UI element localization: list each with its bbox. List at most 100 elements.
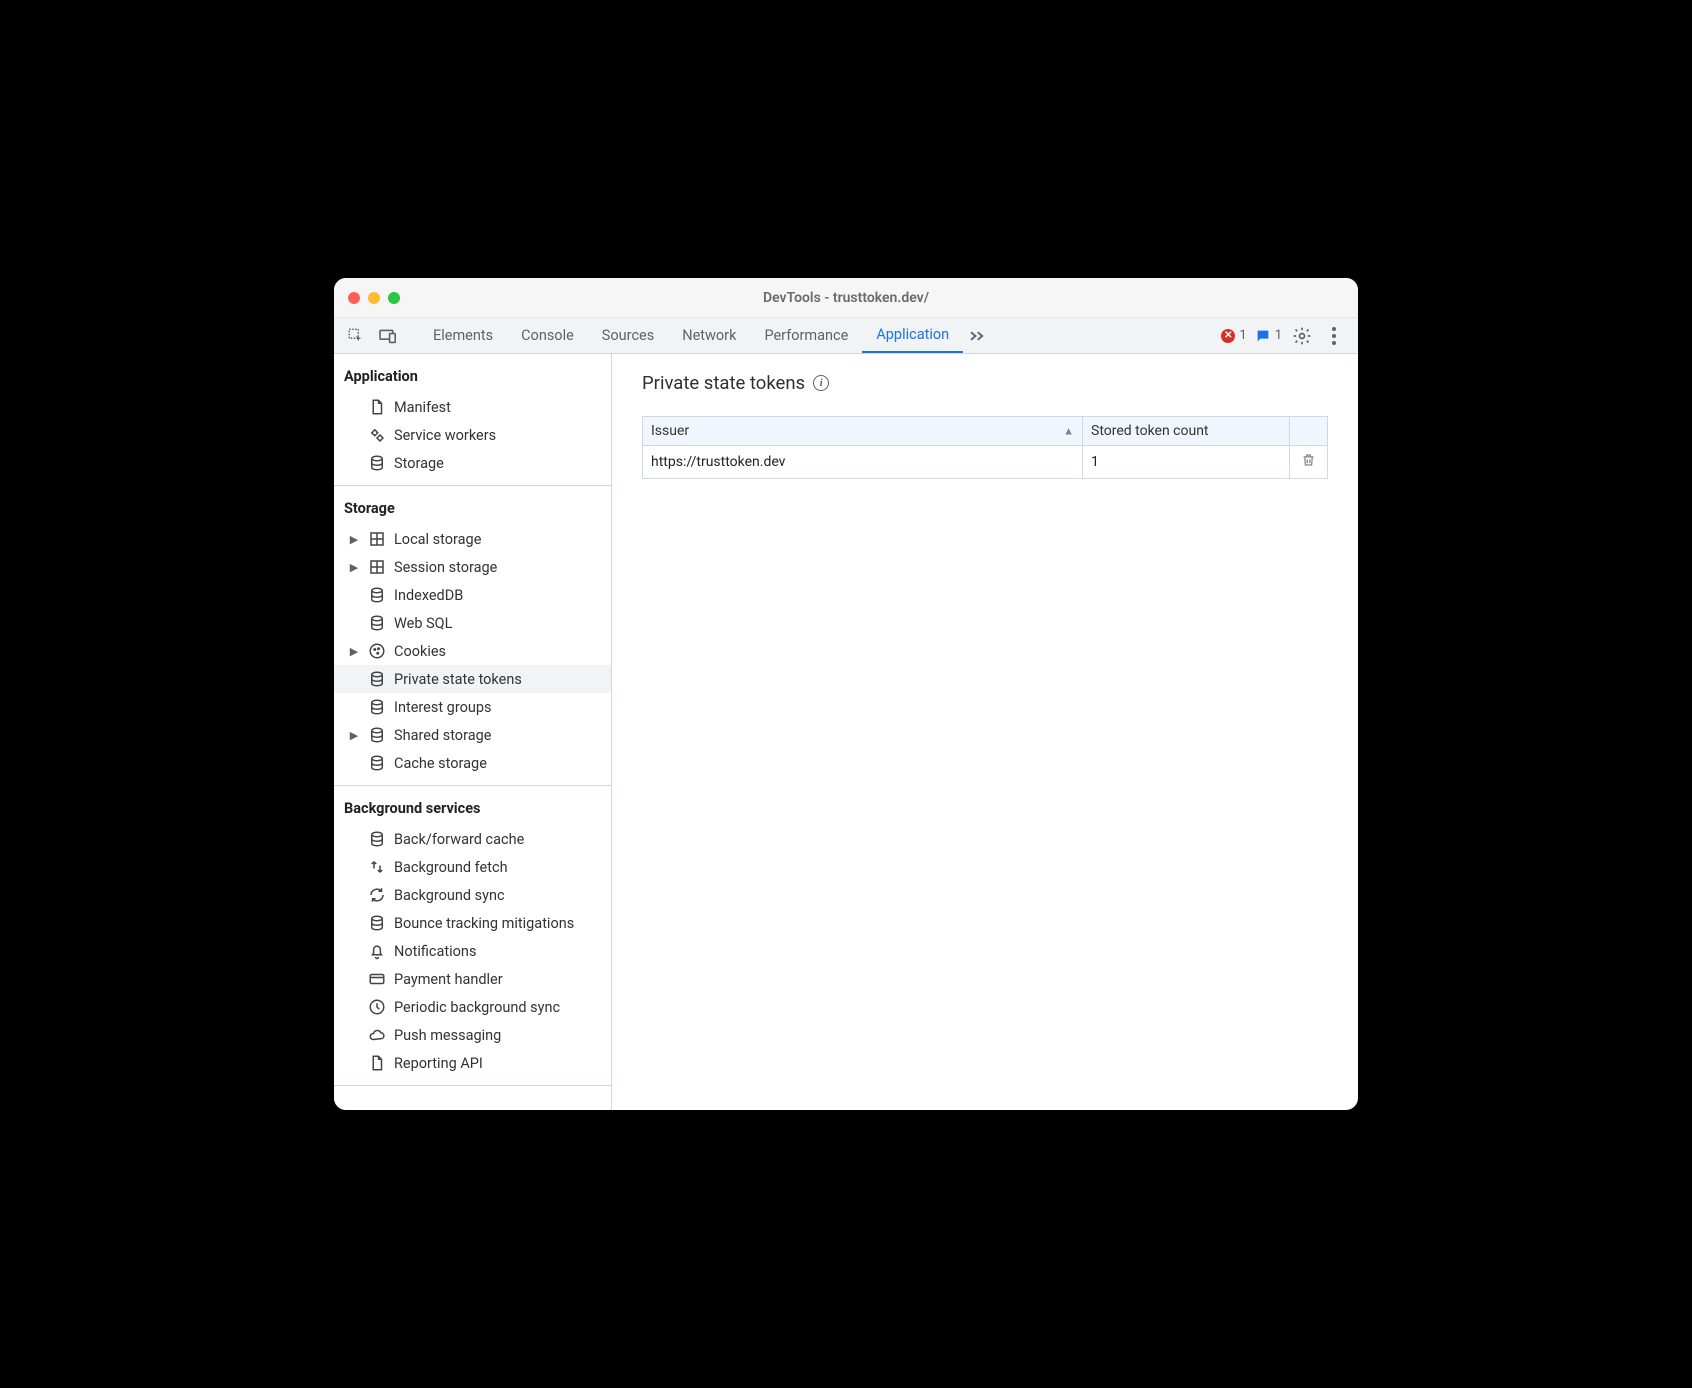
storage-icon bbox=[368, 754, 386, 772]
device-toolbar-icon[interactable] bbox=[374, 328, 402, 344]
sidebar-item-session-storage[interactable]: ▶ Session storage bbox=[334, 553, 611, 581]
column-header-count[interactable]: Stored token count bbox=[1083, 417, 1290, 446]
expand-caret-icon[interactable]: ▶ bbox=[348, 561, 360, 574]
storage-icon bbox=[368, 726, 386, 744]
sidebar-item-label: Cookies bbox=[394, 643, 446, 660]
storage-icon bbox=[368, 454, 386, 472]
delete-icon[interactable] bbox=[1301, 452, 1316, 468]
section-title: Background services bbox=[334, 786, 611, 825]
cell-issuer: https://trusttoken.dev bbox=[643, 446, 1083, 479]
card-icon bbox=[368, 970, 386, 988]
main-content: Private state tokens i Issuer ▲ Stored t… bbox=[612, 354, 1358, 1110]
updown-icon bbox=[368, 858, 386, 876]
sidebar-item-periodic-background-sync[interactable]: Periodic background sync bbox=[334, 993, 611, 1021]
storage-icon bbox=[368, 914, 386, 932]
settings-icon[interactable] bbox=[1290, 326, 1314, 346]
sidebar-item-label: Interest groups bbox=[394, 699, 491, 716]
sidebar-item-label: Periodic background sync bbox=[394, 999, 560, 1016]
expand-caret-icon[interactable]: ▶ bbox=[348, 729, 360, 742]
file-icon bbox=[368, 1054, 386, 1072]
sidebar-item-shared-storage[interactable]: ▶ Shared storage bbox=[334, 721, 611, 749]
section-title: Storage bbox=[334, 486, 611, 525]
devtools-window: DevTools - trusttoken.dev/ ElementsConso… bbox=[334, 278, 1358, 1110]
tab-application[interactable]: Application bbox=[862, 318, 963, 353]
sidebar-item-label: Notifications bbox=[394, 943, 476, 960]
message-count: 1 bbox=[1275, 328, 1282, 343]
more-menu-icon[interactable] bbox=[1322, 327, 1346, 345]
sidebar-item-bounce-tracking-mitigations[interactable]: Bounce tracking mitigations bbox=[334, 909, 611, 937]
cell-count: 1 bbox=[1083, 446, 1290, 479]
storage-icon bbox=[368, 830, 386, 848]
sidebar-item-cache-storage[interactable]: Cache storage bbox=[334, 749, 611, 777]
sidebar: ApplicationManifestService workers Storag… bbox=[334, 354, 612, 1110]
cell-actions bbox=[1290, 446, 1328, 479]
file-icon bbox=[368, 398, 386, 416]
table-row[interactable]: https://trusttoken.dev1 bbox=[643, 446, 1328, 479]
sidebar-item-label: IndexedDB bbox=[394, 587, 463, 604]
sidebar-item-web-sql[interactable]: Web SQL bbox=[334, 609, 611, 637]
tab-sources[interactable]: Sources bbox=[588, 318, 668, 353]
storage-icon bbox=[368, 586, 386, 604]
inspect-icon[interactable] bbox=[342, 327, 370, 345]
sidebar-item-label: Push messaging bbox=[394, 1027, 501, 1044]
error-count: 1 bbox=[1239, 328, 1246, 343]
sidebar-item-interest-groups[interactable]: Interest groups bbox=[334, 693, 611, 721]
tab-network[interactable]: Network bbox=[668, 318, 750, 353]
sidebar-item-reporting-api[interactable]: Reporting API bbox=[334, 1049, 611, 1077]
heading-text: Private state tokens bbox=[642, 372, 805, 394]
clock-icon bbox=[368, 998, 386, 1016]
sidebar-item-back-forward-cache[interactable]: Back/forward cache bbox=[334, 825, 611, 853]
sidebar-item-label: Storage bbox=[394, 455, 444, 472]
maximize-window-button[interactable] bbox=[388, 292, 400, 304]
sidebar-item-label: Shared storage bbox=[394, 727, 491, 744]
grid-icon bbox=[368, 530, 386, 548]
tabstrip: ElementsConsoleSourcesNetworkPerformance… bbox=[334, 318, 1358, 354]
sidebar-item-label: Bounce tracking mitigations bbox=[394, 915, 574, 932]
sidebar-item-private-state-tokens[interactable]: Private state tokens bbox=[334, 665, 611, 693]
sidebar-item-label: Reporting API bbox=[394, 1055, 483, 1072]
storage-icon bbox=[368, 698, 386, 716]
info-icon[interactable]: i bbox=[813, 375, 829, 391]
sidebar-item-label: Payment handler bbox=[394, 971, 503, 988]
sidebar-item-label: Cache storage bbox=[394, 755, 487, 772]
storage-icon bbox=[368, 670, 386, 688]
sidebar-item-payment-handler[interactable]: Payment handler bbox=[334, 965, 611, 993]
expand-caret-icon[interactable]: ▶ bbox=[348, 645, 360, 658]
sidebar-item-label: Private state tokens bbox=[394, 671, 522, 688]
sidebar-item-background-fetch[interactable]: Background fetch bbox=[334, 853, 611, 881]
sync-icon bbox=[368, 886, 386, 904]
column-header-issuer[interactable]: Issuer ▲ bbox=[643, 417, 1083, 446]
sidebar-item-storage[interactable]: Storage bbox=[334, 449, 611, 477]
section-title: Application bbox=[334, 354, 611, 393]
sidebar-item-cookies[interactable]: ▶ Cookies bbox=[334, 637, 611, 665]
storage-icon bbox=[368, 614, 386, 632]
window-title: DevTools - trusttoken.dev/ bbox=[334, 290, 1358, 306]
sidebar-item-service-workers[interactable]: Service workers bbox=[334, 421, 611, 449]
tokens-table: Issuer ▲ Stored token count https://trus… bbox=[642, 416, 1328, 479]
message-count-badge[interactable]: 1 bbox=[1255, 328, 1282, 344]
close-window-button[interactable] bbox=[348, 292, 360, 304]
sidebar-item-notifications[interactable]: Notifications bbox=[334, 937, 611, 965]
sidebar-item-label: Background sync bbox=[394, 887, 505, 904]
expand-caret-icon[interactable]: ▶ bbox=[348, 533, 360, 546]
sidebar-item-label: Session storage bbox=[394, 559, 497, 576]
sidebar-item-indexeddb[interactable]: IndexedDB bbox=[334, 581, 611, 609]
sidebar-item-push-messaging[interactable]: Push messaging bbox=[334, 1021, 611, 1049]
gears-icon bbox=[368, 426, 386, 444]
tab-performance[interactable]: Performance bbox=[750, 318, 862, 353]
titlebar: DevTools - trusttoken.dev/ bbox=[334, 278, 1358, 318]
sidebar-item-manifest[interactable]: Manifest bbox=[334, 393, 611, 421]
minimize-window-button[interactable] bbox=[368, 292, 380, 304]
sidebar-item-background-sync[interactable]: Background sync bbox=[334, 881, 611, 909]
sidebar-item-label: Background fetch bbox=[394, 859, 508, 876]
sidebar-item-local-storage[interactable]: ▶ Local storage bbox=[334, 525, 611, 553]
content-heading: Private state tokens i bbox=[642, 372, 1328, 394]
cloud-icon bbox=[368, 1026, 386, 1044]
sidebar-item-label: Local storage bbox=[394, 531, 481, 548]
error-count-badge[interactable]: ✕ 1 bbox=[1221, 328, 1246, 343]
tab-console[interactable]: Console bbox=[507, 318, 588, 353]
sidebar-item-label: Web SQL bbox=[394, 615, 452, 632]
grid-icon bbox=[368, 558, 386, 576]
tab-elements[interactable]: Elements bbox=[419, 318, 507, 353]
more-tabs-icon[interactable] bbox=[963, 318, 991, 353]
